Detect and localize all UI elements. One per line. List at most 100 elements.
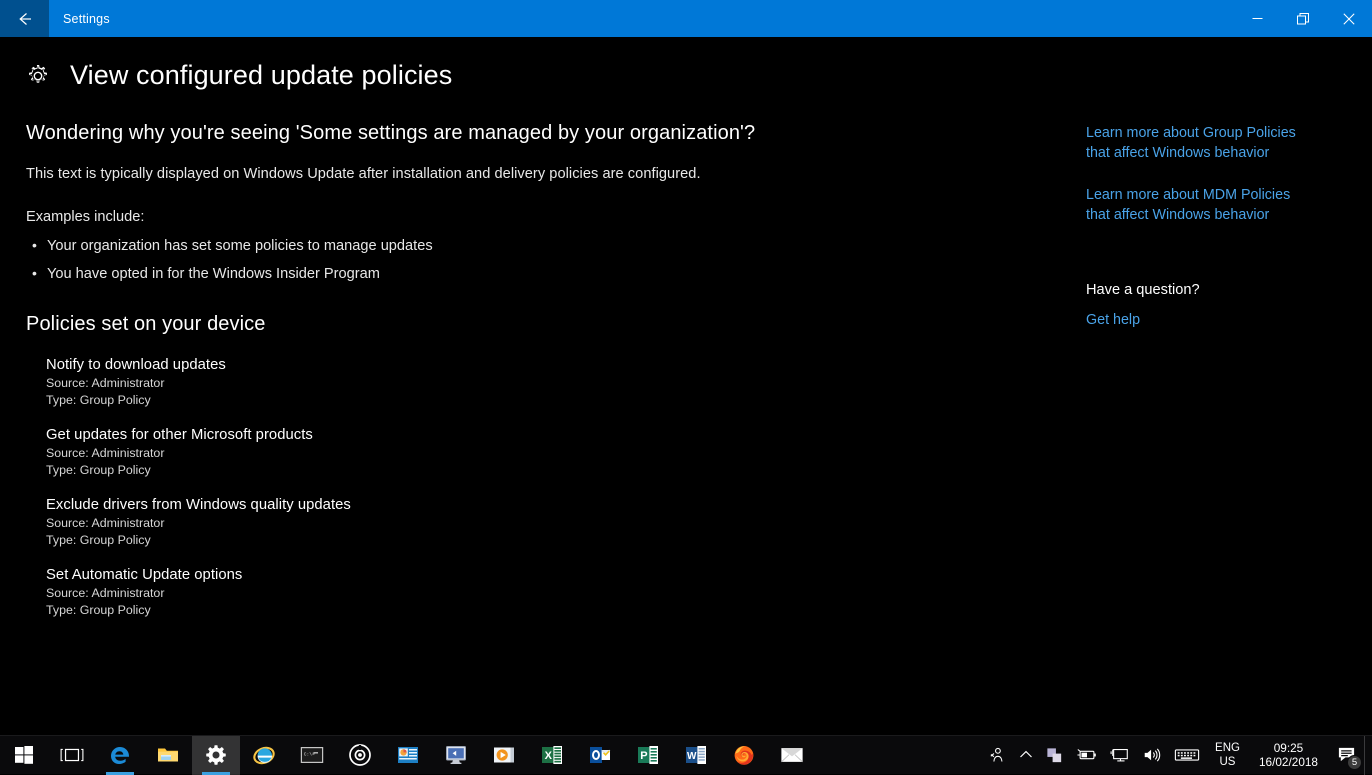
- restore-button[interactable]: [1280, 0, 1326, 37]
- taskbar-file-explorer[interactable]: [144, 736, 192, 775]
- intro-heading: Wondering why you're seeing 'Some settin…: [26, 122, 1086, 145]
- svg-text:X: X: [545, 750, 553, 762]
- volume-button[interactable]: [1136, 736, 1168, 775]
- policy-name: Notify to download updates: [46, 357, 1086, 373]
- network-button[interactable]: [1104, 736, 1136, 775]
- page-title: View configured update policies: [70, 60, 452, 91]
- policy-name: Set Automatic Update options: [46, 567, 1086, 583]
- onedrive-tray-icon-button[interactable]: [1039, 736, 1070, 775]
- battery-button[interactable]: [1070, 736, 1104, 775]
- gear-icon: [204, 743, 228, 767]
- action-center-badge: 5: [1347, 755, 1362, 770]
- language-line-1: ENG: [1215, 741, 1240, 755]
- svg-text:W: W: [687, 751, 697, 762]
- language-line-2: US: [1220, 755, 1236, 769]
- settings-window: Settings: [0, 0, 1372, 735]
- taskbar-mail[interactable]: [768, 736, 816, 775]
- intro-text: This text is typically displayed on Wind…: [26, 166, 1086, 182]
- start-button[interactable]: [0, 736, 48, 775]
- list-item: You have opted in for the Windows Inside…: [26, 266, 1086, 282]
- overlapping-squares-icon: [1045, 746, 1064, 765]
- taskbar-items: C:\>: [0, 736, 816, 775]
- clock-date: 16/02/2018: [1259, 755, 1318, 769]
- window-controls: [1234, 0, 1372, 37]
- have-a-question-heading: Have a question?: [1086, 282, 1346, 298]
- restore-icon: [1297, 13, 1309, 25]
- clock[interactable]: 09:25 16/02/2018: [1249, 736, 1328, 775]
- back-arrow-icon: [15, 9, 35, 29]
- examples-list: Your organization has set some policies …: [26, 238, 1086, 282]
- taskbar-media-player[interactable]: [336, 736, 384, 775]
- policy-type: Type: Group Policy: [46, 393, 1086, 407]
- link-mdm-policies[interactable]: Learn more about MDM Policies that affec…: [1086, 185, 1316, 225]
- word-icon: W: [684, 743, 708, 767]
- taskbar-firefox[interactable]: [720, 736, 768, 775]
- battery-icon: [1076, 747, 1098, 763]
- excel-icon: X: [540, 743, 564, 767]
- close-icon: [1343, 13, 1355, 25]
- link-group-policies[interactable]: Learn more about Group Policies that aff…: [1086, 123, 1316, 163]
- show-desktop-button[interactable]: [1364, 736, 1372, 775]
- taskbar-powerpoint-viewer[interactable]: [384, 736, 432, 775]
- clock-time: 09:25: [1274, 741, 1304, 755]
- outlook-icon: [588, 743, 612, 767]
- action-center-button[interactable]: 5: [1328, 736, 1364, 775]
- show-hidden-icons-button[interactable]: [1013, 736, 1039, 775]
- presentation-icon: [396, 743, 420, 767]
- taskbar-settings[interactable]: [192, 736, 240, 775]
- system-tray: ENG US 09:25 16/02/2018 5: [981, 736, 1372, 775]
- list-item: Set Automatic Update options Source: Adm…: [46, 567, 1086, 617]
- keyboard-icon: [1174, 747, 1200, 763]
- people-button[interactable]: [981, 736, 1013, 775]
- minimize-button[interactable]: [1234, 0, 1280, 37]
- page-header: View configured update policies: [0, 37, 1372, 91]
- network-monitor-icon: [1110, 746, 1130, 764]
- taskbar-remote-desktop[interactable]: [432, 736, 480, 775]
- policies-heading: Policies set on your device: [26, 313, 1086, 336]
- policy-source: Source: Administrator: [46, 516, 1086, 530]
- policy-type: Type: Group Policy: [46, 603, 1086, 617]
- chevron-up-icon: [1019, 748, 1033, 762]
- policies-list: Notify to download updates Source: Admin…: [26, 357, 1086, 617]
- monitor-icon: [444, 743, 468, 767]
- taskbar-publisher[interactable]: P: [624, 736, 672, 775]
- examples-label: Examples include:: [26, 209, 1086, 225]
- get-help-link[interactable]: Get help: [1086, 310, 1316, 330]
- windows-logo-icon: [12, 743, 36, 767]
- policy-type: Type: Group Policy: [46, 463, 1086, 477]
- taskbar-outlook[interactable]: [576, 736, 624, 775]
- minimize-icon: [1252, 13, 1263, 24]
- main-column: Wondering why you're seeing 'Some settin…: [26, 91, 1086, 637]
- policy-source: Source: Administrator: [46, 446, 1086, 460]
- envelope-icon: [780, 743, 804, 767]
- svg-text:C:\>: C:\>: [304, 751, 315, 757]
- target-disc-icon: [348, 743, 372, 767]
- keyboard-button[interactable]: [1168, 736, 1206, 775]
- policy-name: Exclude drivers from Windows quality upd…: [46, 497, 1086, 513]
- task-view-icon: [60, 743, 84, 767]
- taskbar-command-prompt[interactable]: C:\>: [288, 736, 336, 775]
- taskbar-movies-and-tv[interactable]: [480, 736, 528, 775]
- page-body: View configured update policies Wonderin…: [0, 37, 1372, 735]
- close-button[interactable]: [1326, 0, 1372, 37]
- command-prompt-icon: C:\>: [300, 743, 324, 767]
- taskbar-word[interactable]: W: [672, 736, 720, 775]
- title-bar: Settings: [0, 0, 1372, 37]
- taskbar-microsoft-edge[interactable]: [96, 736, 144, 775]
- folder-icon: [156, 743, 180, 767]
- related-links-panel: Learn more about Group Policies that aff…: [1086, 91, 1346, 637]
- list-item: Your organization has set some policies …: [26, 238, 1086, 254]
- taskbar-internet-explorer[interactable]: [240, 736, 288, 775]
- taskbar-excel[interactable]: X: [528, 736, 576, 775]
- content-columns: Wondering why you're seeing 'Some settin…: [0, 91, 1372, 637]
- list-item: Get updates for other Microsoft products…: [46, 427, 1086, 477]
- policy-source: Source: Administrator: [46, 376, 1086, 390]
- language-indicator[interactable]: ENG US: [1206, 736, 1249, 775]
- task-view-button[interactable]: [48, 736, 96, 775]
- svg-text:P: P: [640, 750, 647, 762]
- gear-icon: [25, 63, 51, 89]
- list-item: Notify to download updates Source: Admin…: [46, 357, 1086, 407]
- back-button[interactable]: [0, 0, 49, 37]
- list-item: Exclude drivers from Windows quality upd…: [46, 497, 1086, 547]
- taskbar: C:\>: [0, 735, 1372, 774]
